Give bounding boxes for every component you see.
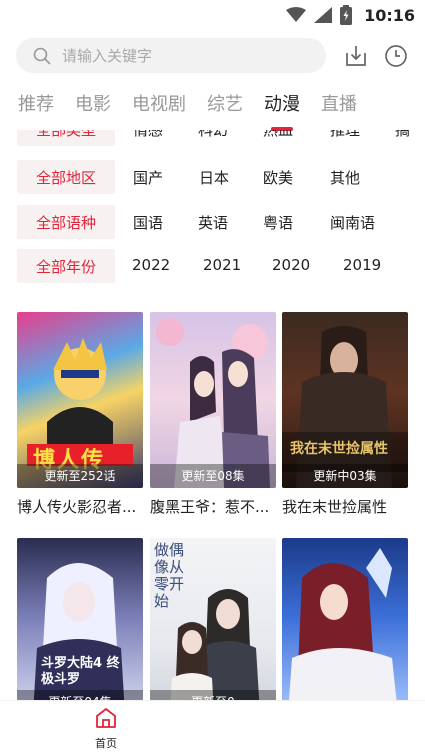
filter-option[interactable]: 国语: [133, 212, 163, 233]
tab-live[interactable]: 直播: [321, 90, 357, 122]
filter-label-year[interactable]: 全部年份: [17, 249, 115, 283]
poster-art: [288, 548, 398, 714]
search-placeholder: 请输入关键字: [62, 47, 153, 65]
wifi-icon: [286, 7, 307, 22]
poster-image: 斗罗大陆4 终极斗罗 更新至04集: [17, 538, 143, 714]
filter-label-type[interactable]: 全部类型: [17, 130, 115, 146]
category-tabs: 推荐 电影 电视剧 综艺 动漫 直播: [18, 90, 378, 122]
poster-image: 我在末世捡属性 更新中03集: [282, 312, 408, 488]
search-icon: [33, 47, 51, 65]
search-row: 请输入关键字: [16, 38, 411, 74]
download-button[interactable]: [342, 42, 370, 70]
filter-row-language: 全部语种 国语 英语 粤语 闽南语: [17, 205, 375, 239]
filter-option[interactable]: 日本: [199, 167, 229, 188]
download-icon: [346, 46, 366, 66]
poster-title-text: 我在末世捡属性: [290, 441, 388, 457]
poster-image: 博人传 更新至252话: [17, 312, 143, 488]
episode-badge: 更新至252话: [17, 464, 143, 488]
filter-option[interactable]: 2022: [132, 256, 170, 274]
signal-icon: [314, 7, 333, 23]
tab-recommend[interactable]: 推荐: [18, 90, 54, 122]
poster-art: [282, 326, 408, 488]
filter-option[interactable]: 2021: [203, 256, 241, 274]
filter-option[interactable]: 搞: [395, 130, 410, 140]
episode-badge: 更新中03集: [282, 464, 408, 488]
filter-option[interactable]: 2020: [272, 256, 310, 274]
bottom-nav: 首页: [0, 700, 425, 756]
filter-option[interactable]: 2019: [343, 256, 381, 274]
tab-movie[interactable]: 电影: [75, 90, 111, 122]
tab-variety[interactable]: 综艺: [207, 90, 243, 122]
filter-panel: 全部类型 情感 科幻 热血 推理 搞 全部地区 国产 日本 欧美 其他 全部语种…: [0, 130, 425, 290]
filter-option[interactable]: 热血: [263, 130, 293, 140]
episode-badge: 更新至08集: [150, 464, 276, 488]
filter-option[interactable]: 粤语: [263, 212, 293, 233]
clock-icon: [385, 45, 407, 67]
poster-title-text: 斗罗大陆4 终极斗罗: [41, 656, 120, 687]
filter-row-year: 全部年份 2022 2021 2020 2019: [17, 249, 381, 283]
poster-image: [282, 538, 408, 714]
poster-image: 更新至08集: [150, 312, 276, 488]
card-title: 我在末世捡属性: [282, 498, 388, 516]
battery-icon: [340, 5, 353, 25]
card-title: 腹黑王爷：惹不...: [150, 498, 270, 516]
search-input[interactable]: 请输入关键字: [16, 38, 326, 73]
status-bar: 10:16: [0, 0, 425, 32]
poster-title-text: 做偶像从零开始: [154, 541, 185, 610]
tab-anime[interactable]: 动漫: [264, 90, 300, 122]
status-icons: 10:16: [286, 4, 415, 26]
filter-option[interactable]: 推理: [330, 130, 360, 140]
filter-row-region: 全部地区 国产 日本 欧美 其他: [17, 160, 360, 194]
nav-home[interactable]: 首页: [90, 707, 122, 751]
filter-option[interactable]: 闽南语: [330, 212, 375, 233]
tab-tv[interactable]: 电视剧: [132, 90, 186, 122]
filter-option[interactable]: 英语: [198, 212, 228, 233]
filter-label-region[interactable]: 全部地区: [17, 160, 115, 194]
history-button[interactable]: [382, 42, 410, 70]
filter-option[interactable]: 情感: [133, 130, 163, 140]
filter-option[interactable]: 其他: [330, 167, 360, 188]
nav-home-label: 首页: [95, 737, 117, 750]
filter-option[interactable]: 欧美: [263, 167, 293, 188]
home-icon: [96, 708, 116, 728]
status-time: 10:16: [364, 5, 415, 25]
filter-option[interactable]: 国产: [133, 167, 163, 188]
card-title: 博人传火影忍者...: [17, 498, 137, 516]
filter-label-language[interactable]: 全部语种: [17, 205, 115, 239]
filter-option[interactable]: 科幻: [198, 130, 228, 140]
filter-row-type: 全部类型 情感 科幻 热血 推理 搞: [17, 130, 410, 146]
poster-art: [156, 318, 270, 488]
poster-image: 做偶像从零开始 更新至0: [150, 538, 276, 714]
